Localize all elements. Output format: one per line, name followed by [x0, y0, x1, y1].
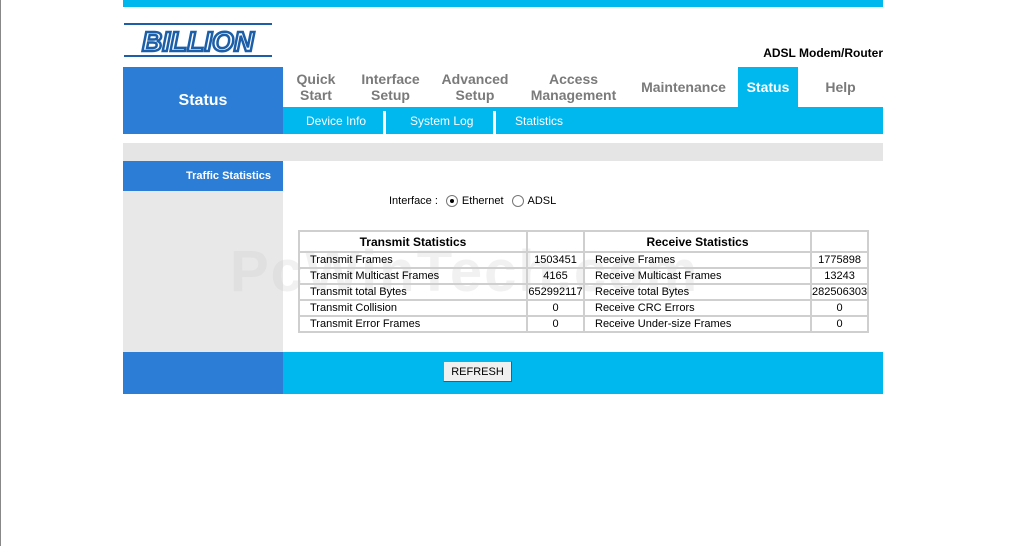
subnav-statistics[interactable]: Statistics [515, 107, 563, 134]
product-name: ADSL Modem/Router [763, 46, 883, 60]
tx-value: 4165 [526, 267, 585, 285]
main-nav: Quick Start Interface Setup Advanced Set… [283, 67, 883, 107]
rx-label: Receive Under-size Frames [583, 315, 812, 333]
nav-access-management[interactable]: Access Management [518, 67, 629, 107]
tx-label: Transmit Multicast Frames [298, 267, 528, 285]
rx-value: 13243 [809, 267, 870, 285]
tx-value: 0 [526, 299, 585, 317]
rx-label: Receive total Bytes [583, 283, 812, 301]
tx-label: Transmit Error Frames [298, 315, 528, 333]
subnav-separator [493, 111, 496, 134]
rx-value-header [809, 230, 870, 253]
tx-header: Transmit Statistics [298, 230, 528, 253]
window-edge [0, 0, 1, 546]
refresh-button[interactable]: REFRESH [443, 361, 512, 382]
nav-advanced-setup[interactable]: Advanced Setup [432, 67, 518, 107]
rx-label: Receive Frames [583, 251, 812, 269]
table-row: Transmit total Bytes 652992117 Receive t… [298, 283, 870, 301]
sub-nav: Device Info System Log Statistics [283, 107, 883, 134]
tx-label: Transmit total Bytes [298, 283, 528, 301]
footer-bar [283, 352, 883, 394]
rx-header: Receive Statistics [583, 230, 812, 253]
rx-value: 0 [809, 299, 870, 317]
nav-quick-start[interactable]: Quick Start [283, 67, 349, 107]
traffic-stats-table: Transmit Statistics Receive Statistics T… [298, 230, 870, 333]
nav-interface-setup[interactable]: Interface Setup [349, 67, 432, 107]
tx-value-header [526, 230, 585, 253]
tx-label: Transmit Frames [298, 251, 528, 269]
rx-value: 1775898 [809, 251, 870, 269]
radio-adsl-label: ADSL [527, 195, 557, 207]
table-row: Transmit Collision 0 Receive CRC Errors … [298, 299, 870, 317]
brand-text: BILLION [142, 26, 255, 57]
billion-logo: BILLION [124, 23, 272, 58]
top-accent-bar [123, 0, 883, 7]
nav-status[interactable]: Status [738, 67, 798, 107]
subnav-system-log[interactable]: System Log [410, 107, 473, 134]
nav-help[interactable]: Help [798, 67, 883, 107]
interface-selector: Interface : Ethernet ADSL [389, 195, 556, 207]
tx-value: 0 [526, 315, 585, 333]
radio-adsl[interactable] [511, 195, 524, 207]
table-row: Transmit Multicast Frames 4165 Receive M… [298, 267, 870, 285]
rx-value: 0 [809, 315, 870, 333]
subnav-device-info[interactable]: Device Info [306, 107, 366, 134]
rx-value: 282506303 [809, 283, 870, 301]
tx-value: 1503451 [526, 251, 585, 269]
sidebar-title: Traffic Statistics [123, 161, 283, 191]
tx-value: 652992117 [526, 283, 585, 301]
table-row: Transmit Error Frames 0 Receive Under-si… [298, 315, 870, 333]
radio-ethernet-label: Ethernet [461, 195, 504, 207]
divider-strip [123, 143, 883, 161]
footer-left-panel [123, 352, 283, 394]
nav-maintenance[interactable]: Maintenance [629, 67, 738, 107]
interface-label: Interface : [389, 195, 438, 207]
rx-label: Receive CRC Errors [583, 299, 812, 317]
section-title: Status [123, 67, 283, 134]
rx-label: Receive Multicast Frames [583, 267, 812, 285]
tx-label: Transmit Collision [298, 299, 528, 317]
subnav-separator [383, 111, 386, 134]
table-row: Transmit Frames 1503451 Receive Frames 1… [298, 251, 870, 269]
radio-ethernet[interactable] [445, 195, 458, 207]
